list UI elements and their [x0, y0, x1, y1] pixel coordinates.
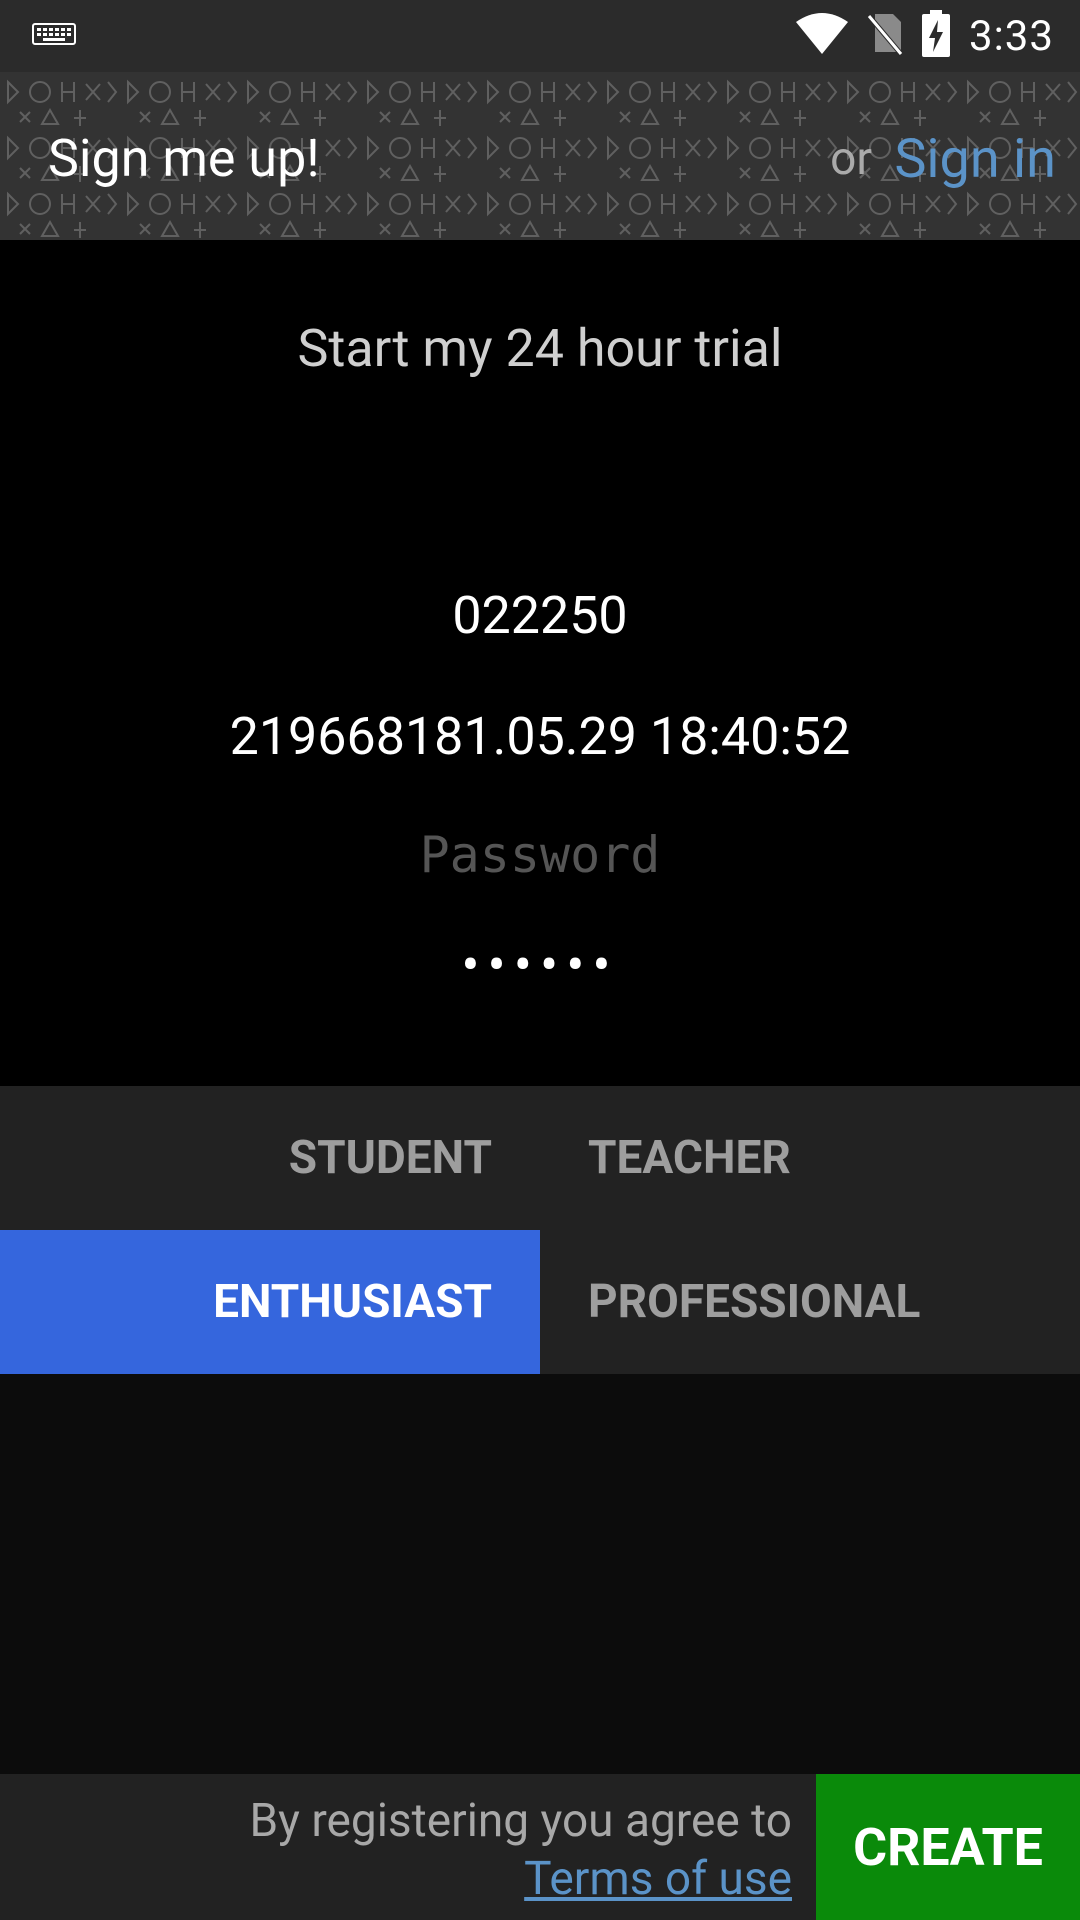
- confirm-password-field[interactable]: ••••••: [0, 934, 1080, 997]
- role-selector: STUDENT TEACHER ENTHUSIAST PROFESSIONAL: [0, 1086, 1080, 1374]
- status-left: [0, 20, 76, 52]
- signup-form: Start my 24 hour trial 022250 219668181.…: [0, 240, 1080, 1086]
- trial-text: Start my 24 hour trial: [297, 318, 783, 379]
- no-sim-icon: [867, 12, 903, 60]
- status-time: 3:33: [969, 11, 1054, 61]
- footer: By registering you agree to Terms of use…: [0, 1774, 1080, 1920]
- username-field[interactable]: 022250: [0, 585, 1080, 646]
- role-teacher-button[interactable]: TEACHER: [540, 1086, 1080, 1230]
- page-title: Sign me up!: [48, 128, 320, 189]
- sign-in-link[interactable]: Sign in: [894, 128, 1056, 191]
- agree-text: By registering you agree to: [249, 1794, 792, 1848]
- wifi-icon: [795, 12, 849, 60]
- or-text: or: [830, 132, 872, 186]
- status-right: 3:33: [795, 10, 1080, 62]
- status-bar: 3:33: [0, 0, 1080, 72]
- role-student-button[interactable]: STUDENT: [0, 1086, 540, 1230]
- password-field[interactable]: Password: [0, 826, 1080, 884]
- role-enthusiast-button[interactable]: ENTHUSIAST: [0, 1230, 540, 1374]
- create-button[interactable]: CREATE: [816, 1774, 1080, 1920]
- empty-area: [0, 1374, 1080, 1774]
- terms-of-use-link[interactable]: Terms of use: [524, 1852, 792, 1906]
- keyboard-icon: [32, 20, 76, 52]
- header: Sign me up! or Sign in: [0, 72, 1080, 240]
- battery-charging-icon: [921, 10, 951, 62]
- role-professional-button[interactable]: PROFESSIONAL: [540, 1230, 1080, 1374]
- email-field[interactable]: 219668181.05.29 18:40:52: [0, 706, 1080, 767]
